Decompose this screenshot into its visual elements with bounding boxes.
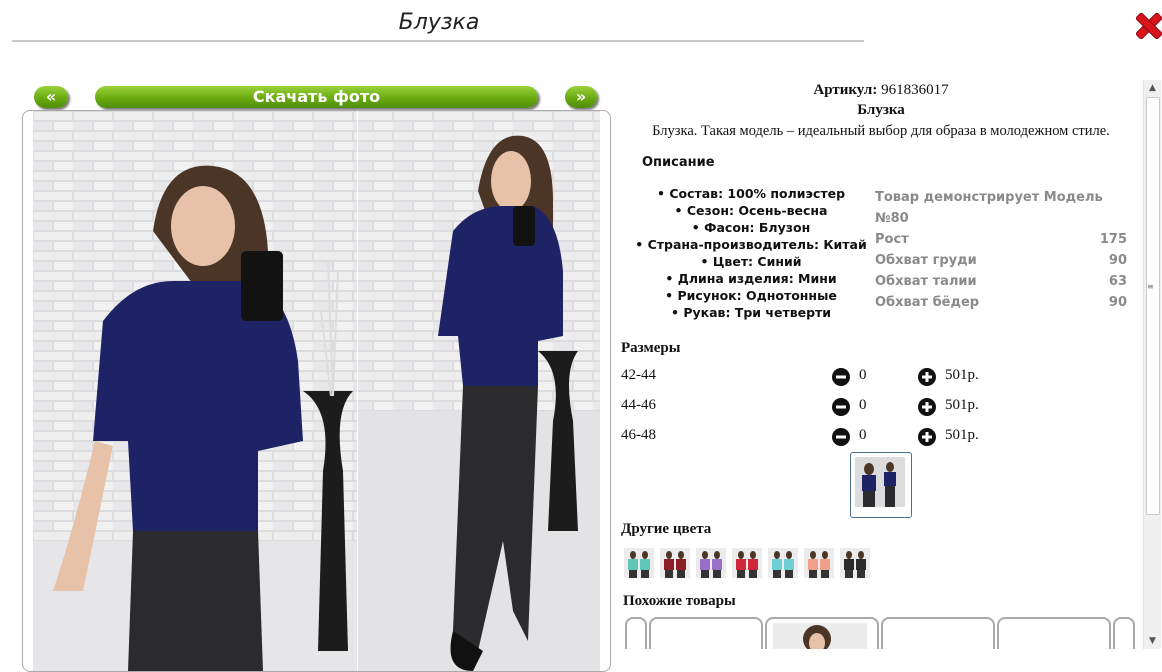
size-price: 501р. [945, 427, 979, 443]
info-scrollbar[interactable]: ▲ ≡ ▼ [1143, 80, 1161, 649]
size-row: 46-48 0 501р. [621, 427, 1021, 447]
other-colors-heading: Другие цвета [621, 521, 712, 537]
close-icon[interactable] [1136, 10, 1162, 42]
model-row-value: 90 [1108, 295, 1127, 310]
thumbnail-image [855, 457, 905, 507]
color-swatch[interactable] [804, 548, 834, 578]
model-row: Обхват бёдер 90 [875, 292, 1127, 313]
similar-products-heading: Похожие товары [623, 593, 736, 609]
minus-icon[interactable] [832, 428, 850, 446]
property-list: Состав: 100% полиэстер Сезон: Осень-весн… [626, 185, 876, 321]
property-item: Рукав: Три четверти [626, 304, 876, 321]
photo-viewer [22, 110, 611, 672]
property-item: Состав: 100% полиэстер [626, 185, 876, 202]
description-heading: Описание [642, 155, 715, 170]
title-divider [12, 40, 864, 42]
size-qty: 0 [859, 397, 867, 413]
size-label: 46-48 [621, 427, 656, 443]
similar-product-image [773, 623, 867, 649]
next-photo-button[interactable]: » [565, 86, 597, 108]
download-photo-button[interactable]: Скачать фото [95, 86, 538, 108]
plus-icon[interactable] [918, 368, 936, 386]
similar-product-card[interactable] [765, 617, 879, 649]
model-row-label: Обхват груди [875, 253, 977, 268]
size-label: 42-44 [621, 367, 656, 383]
size-price: 501р. [945, 397, 979, 413]
model-row: Обхват талии 63 [875, 271, 1127, 292]
model-row-label: Обхват талии [875, 274, 977, 289]
model-measurements: Товар демонстрирует Модель №80 Рост 175 О… [875, 187, 1127, 313]
modal-title: Блузка [398, 10, 480, 35]
model-row-label: Рост [875, 232, 909, 247]
model-row-value: 175 [1099, 232, 1127, 247]
article-label: Артикул: [813, 82, 878, 98]
similar-product-card[interactable] [997, 617, 1111, 649]
sizes-heading: Размеры [621, 340, 681, 356]
model-row: Обхват груди 90 [875, 250, 1127, 271]
article-value: 961836017 [881, 82, 949, 98]
size-row: 44-46 0 501р. [621, 397, 1021, 417]
selected-photo-thumbnail[interactable] [850, 452, 912, 518]
minus-icon[interactable] [832, 398, 850, 416]
property-item: Страна-производитель: Китай [626, 236, 876, 253]
property-item: Фасон: Блузон [626, 219, 876, 236]
scroll-down-arrow-icon[interactable]: ▼ [1144, 633, 1161, 649]
similar-product-card[interactable] [649, 617, 763, 649]
size-label: 44-46 [621, 397, 656, 413]
product-info-panel: Артикул: 961836017 Блузка Блузка. Такая … [616, 80, 1143, 649]
product-name: Блузка [857, 102, 905, 118]
similar-product-card[interactable] [625, 617, 647, 649]
scrollbar-grip-icon: ≡ [1147, 282, 1154, 291]
property-item: Длина изделия: Мини [626, 270, 876, 287]
size-qty: 0 [859, 427, 867, 443]
model-row-label: Обхват бёдер [875, 295, 980, 310]
color-swatch[interactable] [624, 548, 654, 578]
article-line: Артикул: 961836017 [616, 82, 1143, 99]
size-price: 501р. [945, 367, 979, 383]
color-swatch[interactable] [696, 548, 726, 578]
scrollbar-thumb[interactable] [1146, 97, 1160, 515]
property-item: Цвет: Синий [626, 253, 876, 270]
property-item: Рисунок: Однотонные [626, 287, 876, 304]
color-swatch[interactable] [840, 548, 870, 578]
property-item: Сезон: Осень-весна [626, 202, 876, 219]
product-photo [33, 111, 600, 671]
model-title: Товар демонстрирует Модель №80 [875, 190, 1103, 226]
plus-icon[interactable] [918, 428, 936, 446]
model-row-value: 63 [1108, 274, 1127, 289]
scroll-up-arrow-icon[interactable]: ▲ [1144, 80, 1161, 96]
size-qty: 0 [859, 367, 867, 383]
plus-icon[interactable] [918, 398, 936, 416]
product-tagline: Блузка. Такая модель – идеальный выбор д… [652, 123, 1110, 139]
model-row: Рост 175 [875, 229, 1127, 250]
model-row-value: 90 [1108, 253, 1127, 268]
color-swatches [624, 548, 870, 578]
color-swatch[interactable] [732, 548, 762, 578]
minus-icon[interactable] [832, 368, 850, 386]
similar-product-card[interactable] [881, 617, 995, 649]
similar-product-card[interactable] [1113, 617, 1135, 649]
prev-photo-button[interactable]: « [34, 86, 68, 108]
color-swatch[interactable] [768, 548, 798, 578]
color-swatch[interactable] [660, 548, 690, 578]
size-row: 42-44 0 501р. [621, 367, 1021, 387]
